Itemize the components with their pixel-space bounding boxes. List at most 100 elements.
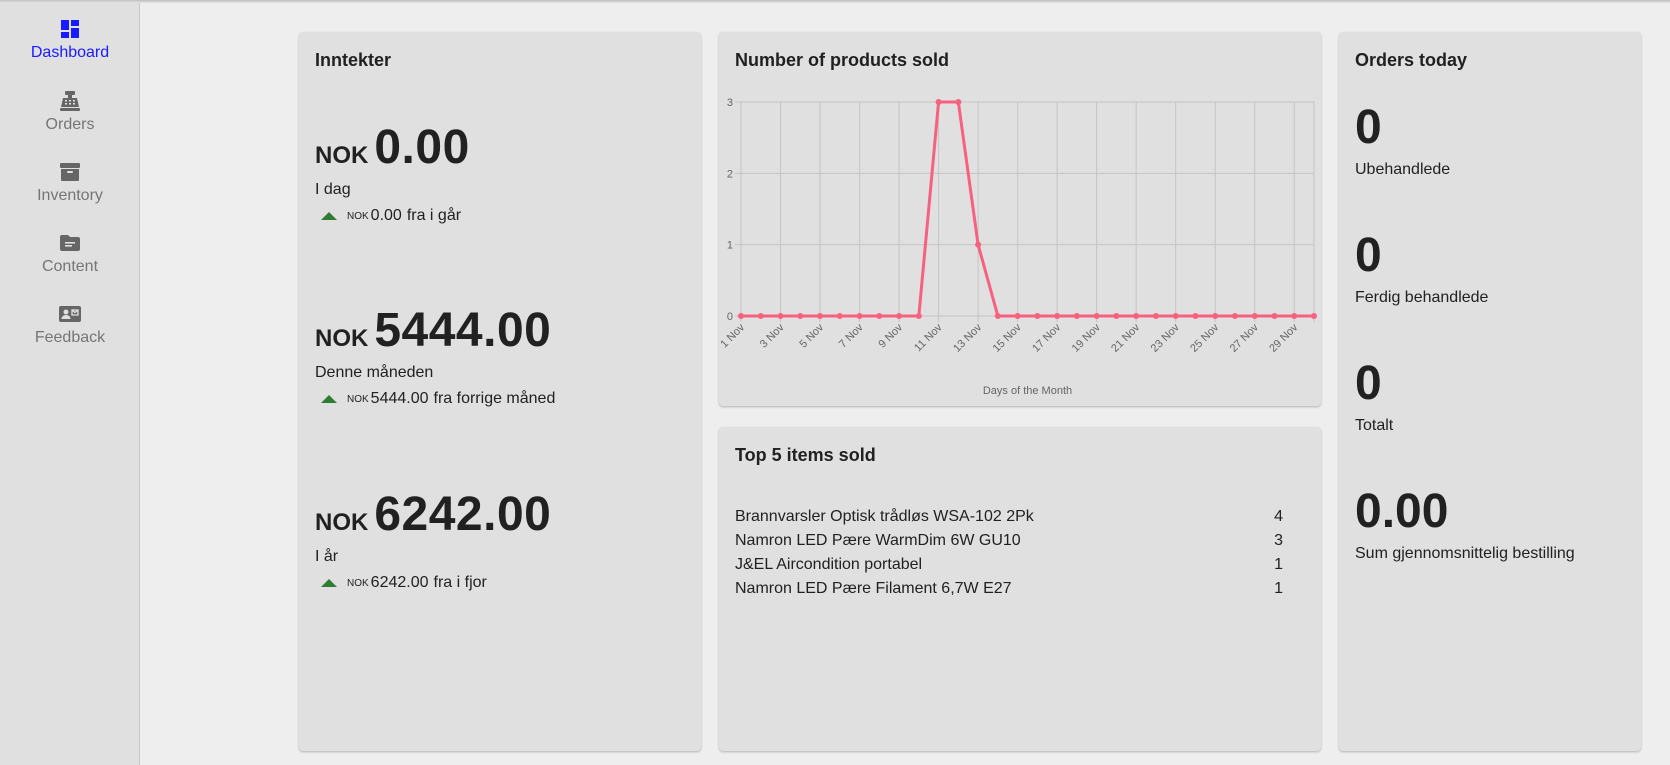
orders-stat-unprocessed: 0 Ubehandlede bbox=[1355, 100, 1450, 179]
delta-text: fra forrige måned bbox=[433, 390, 556, 407]
delta-amount: 0.00 bbox=[370, 207, 402, 224]
item-count: 1 bbox=[1274, 580, 1283, 597]
revenue-delta: NOK 6242.00 fra i fjor bbox=[321, 574, 551, 592]
stat-value: 0.00 bbox=[1355, 485, 1449, 538]
revenue-value: 5444.00 bbox=[374, 304, 552, 357]
data-point bbox=[1311, 313, 1317, 319]
top-items-list: Brannvarsler Optisk trådløs WSA-102 2Pk … bbox=[735, 505, 1283, 601]
sidebar-item-inventory[interactable]: Inventory bbox=[0, 160, 140, 220]
x-axis-label: Days of the Month bbox=[983, 385, 1072, 397]
orders-stat-total: 0 Totalt bbox=[1355, 356, 1393, 435]
sidebar-item-label: Feedback bbox=[34, 329, 106, 346]
x-tick-label: 7 Nov bbox=[837, 321, 866, 350]
revenue-card: Inntekter NOK 0.00 I dag NOK 0.00 fra i … bbox=[299, 32, 701, 751]
revenue-value: 0.00 bbox=[374, 121, 470, 174]
item-count: 4 bbox=[1274, 508, 1283, 525]
data-point bbox=[994, 313, 1001, 319]
top-items-card: Top 5 items sold Brannvarsler Optisk trå… bbox=[719, 427, 1321, 751]
revenue-period-label: Denne måneden bbox=[315, 364, 434, 381]
sidebar-item-orders[interactable]: Orders bbox=[0, 89, 140, 149]
data-point bbox=[1093, 313, 1100, 319]
currency-label: NOK bbox=[315, 509, 369, 536]
delta-text: fra i går bbox=[406, 207, 462, 224]
x-tick-label: 21 Nov bbox=[1109, 321, 1142, 354]
card-title: Inntekter bbox=[315, 50, 392, 70]
revenue-month: NOK 5444.00 Denne måneden NOK 5444.00 fr… bbox=[315, 303, 555, 408]
x-tick-label: 11 Nov bbox=[912, 321, 945, 354]
folder-icon bbox=[60, 235, 80, 251]
y-tick-label: 2 bbox=[727, 168, 733, 180]
data-point bbox=[876, 313, 883, 319]
data-point bbox=[955, 99, 962, 105]
delta-text: fra i fjor bbox=[433, 574, 487, 591]
x-tick-label: 23 Nov bbox=[1149, 321, 1182, 354]
stat-label: Ubehandlede bbox=[1355, 161, 1451, 178]
x-tick-label: 13 Nov bbox=[951, 321, 984, 354]
y-tick-label: 3 bbox=[727, 97, 733, 109]
products-sold-chart: 0 1 2 3 1 Nov 3 Nov 5 Nov 7 Nov 9 Nov 11 Nov 13 No… bbox=[719, 97, 1317, 397]
list-item: Brannvarsler Optisk trådløs WSA-102 2Pk … bbox=[735, 505, 1283, 529]
data-point bbox=[1271, 313, 1278, 319]
revenue-value: 6242.00 bbox=[374, 488, 552, 541]
y-tick-label: 0 bbox=[727, 311, 733, 323]
x-tick-label: 3 Nov bbox=[758, 321, 787, 350]
data-point bbox=[1034, 313, 1041, 319]
x-tick-label: 29 Nov bbox=[1267, 321, 1300, 354]
revenue-delta: NOK 0.00 fra i går bbox=[321, 207, 470, 225]
stat-label: Totalt bbox=[1355, 417, 1394, 434]
data-point bbox=[777, 313, 784, 319]
card-title: Orders today bbox=[1355, 50, 1468, 70]
data-point bbox=[1014, 313, 1021, 319]
sidebar-item-label: Inventory bbox=[37, 187, 103, 204]
x-tick-label: 9 Nov bbox=[876, 321, 905, 350]
data-point bbox=[1251, 313, 1258, 319]
stat-value: 0 bbox=[1355, 101, 1382, 154]
sidebar-item-dashboard[interactable]: Dashboard bbox=[0, 17, 140, 77]
revenue-amount: NOK 6242.00 bbox=[315, 487, 551, 542]
data-point bbox=[1192, 313, 1199, 319]
data-point bbox=[896, 313, 903, 319]
archive-icon bbox=[60, 163, 80, 181]
x-tick-label: 19 Nov bbox=[1070, 321, 1103, 354]
data-point bbox=[1172, 313, 1179, 319]
data-point bbox=[1212, 313, 1219, 319]
x-tick-label: 5 Nov bbox=[797, 321, 826, 350]
orders-stat-completed: 0 Ferdig behandlede bbox=[1355, 228, 1488, 307]
cash-register-icon bbox=[60, 91, 80, 111]
x-tick-label: 27 Nov bbox=[1228, 321, 1261, 354]
revenue-year: NOK 6242.00 I år NOK 6242.00 fra i fjor bbox=[315, 487, 551, 592]
stat-label: Sum gjennomsnittelig bestilling bbox=[1355, 545, 1575, 562]
revenue-amount: NOK 5444.00 bbox=[315, 303, 555, 358]
stat-label: Ferdig behandlede bbox=[1355, 289, 1489, 306]
currency-label: NOK bbox=[315, 142, 369, 169]
delta-currency: NOK bbox=[347, 393, 369, 405]
item-name: J&EL Aircondition portabel bbox=[735, 556, 923, 573]
dashboard-icon bbox=[61, 20, 79, 38]
data-point bbox=[1054, 313, 1061, 319]
revenue-period-label: I dag bbox=[315, 181, 351, 198]
x-tick-label: 17 Nov bbox=[1030, 321, 1063, 354]
list-item: Namron LED Pære WarmDim 6W GU10 3 bbox=[735, 529, 1283, 553]
item-name: Namron LED Pære WarmDim 6W GU10 bbox=[735, 532, 1021, 549]
delta-amount: 5444.00 bbox=[370, 390, 429, 407]
y-tick-label: 1 bbox=[727, 240, 733, 252]
sidebar: Dashboard Orders Inventory Content Feedb… bbox=[0, 3, 140, 765]
item-count: 1 bbox=[1274, 556, 1283, 573]
delta-currency: NOK bbox=[347, 577, 369, 589]
x-tick-label: 15 Nov bbox=[991, 321, 1024, 354]
list-item: J&EL Aircondition portabel 1 bbox=[735, 553, 1283, 577]
trend-up-icon bbox=[321, 395, 337, 403]
x-tick-label: 1 Nov bbox=[719, 321, 747, 350]
revenue-today: NOK 0.00 I dag NOK 0.00 fra i går bbox=[315, 120, 470, 225]
sidebar-item-feedback[interactable]: Feedback bbox=[0, 302, 140, 362]
data-point bbox=[975, 241, 982, 248]
card-title: Top 5 items sold bbox=[735, 445, 876, 465]
sidebar-item-content[interactable]: Content bbox=[0, 231, 140, 291]
data-point bbox=[1291, 313, 1298, 319]
data-point bbox=[1073, 313, 1080, 319]
stat-value: 0 bbox=[1355, 357, 1382, 410]
data-point bbox=[915, 313, 922, 319]
revenue-delta: NOK 5444.00 fra forrige måned bbox=[321, 390, 555, 408]
delta-currency: NOK bbox=[347, 210, 369, 222]
delta-amount: 6242.00 bbox=[370, 574, 429, 591]
